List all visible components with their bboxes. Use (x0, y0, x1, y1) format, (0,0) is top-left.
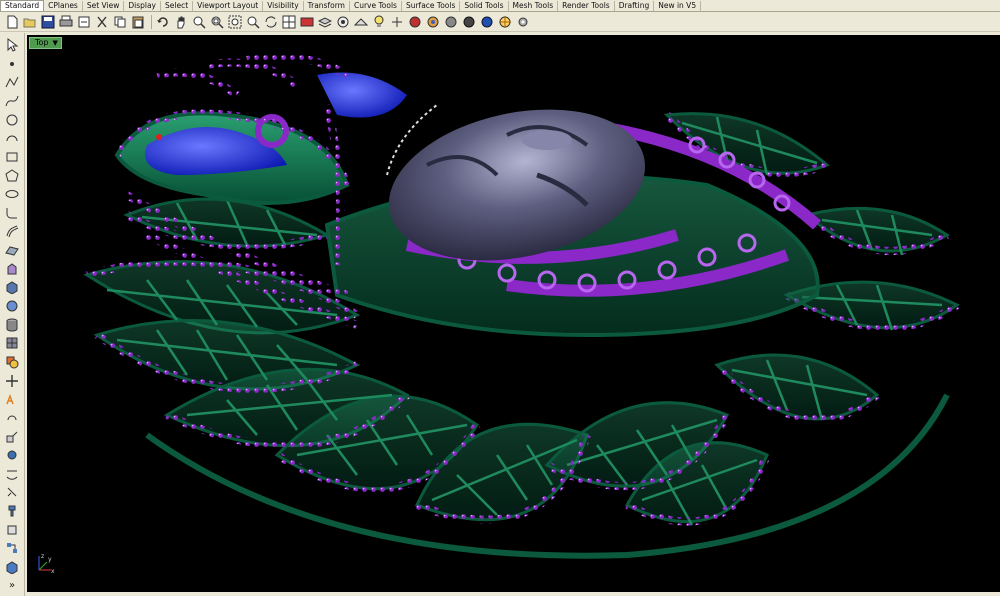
four-view-icon[interactable] (281, 14, 297, 30)
viewport-menu-chevron-icon[interactable]: ▼ (53, 39, 58, 47)
viewport-top[interactable]: Top ▼ y z x (27, 35, 1000, 592)
tab-cplanes[interactable]: CPlanes (44, 1, 83, 11)
color-wheel-icon[interactable] (425, 14, 441, 30)
mesh-icon[interactable] (3, 335, 21, 351)
tab-render-tools[interactable]: Render Tools (558, 1, 615, 11)
settings-icon[interactable] (515, 14, 531, 30)
mirror-icon[interactable] (3, 447, 21, 463)
circle-icon[interactable] (3, 112, 21, 128)
pan-hand-icon[interactable] (173, 14, 189, 30)
model-render (83, 53, 960, 559)
sphere-icon[interactable] (443, 14, 459, 30)
zoom-window-icon[interactable] (209, 14, 225, 30)
curve-icon[interactable] (3, 93, 21, 109)
group-icon[interactable] (3, 503, 21, 519)
rectangle-icon[interactable] (3, 149, 21, 165)
zoom-icon[interactable] (191, 14, 207, 30)
axis-y-label: y (48, 556, 52, 563)
dimension-icon[interactable] (3, 484, 21, 500)
paste-icon[interactable] (130, 14, 146, 30)
render-icon[interactable] (479, 14, 495, 30)
polygon-icon[interactable] (3, 167, 21, 183)
print-icon[interactable] (58, 14, 74, 30)
rendered-icon[interactable] (407, 14, 423, 30)
import-icon[interactable] (76, 14, 92, 30)
rotate-obj-icon[interactable] (3, 410, 21, 426)
tab-display[interactable]: Display (124, 1, 161, 11)
tab-surface-tools[interactable]: Surface Tools (402, 1, 461, 11)
analyze-icon[interactable] (3, 540, 21, 556)
open-folder-icon[interactable] (22, 14, 38, 30)
save-icon[interactable] (40, 14, 56, 30)
solid-box-icon[interactable] (3, 279, 21, 295)
copy-icon[interactable] (112, 14, 128, 30)
render-obj-icon[interactable] (3, 559, 21, 575)
array-icon[interactable] (3, 466, 21, 482)
surface-icon[interactable] (3, 242, 21, 258)
boolean-icon[interactable] (3, 354, 21, 370)
standard-toolbar (0, 12, 1000, 32)
object-properties-icon[interactable] (335, 14, 351, 30)
world-axis-icon: y z x (38, 553, 55, 574)
arc-icon[interactable] (3, 130, 21, 146)
point-icon[interactable] (3, 56, 21, 72)
tab-solid-tools[interactable]: Solid Tools (460, 1, 509, 11)
cut-icon[interactable] (94, 14, 110, 30)
toolbar-tabs: Standard CPlanes Set View Display Select… (0, 0, 1000, 12)
layer-icon[interactable] (317, 14, 333, 30)
zoom-extents-icon[interactable] (227, 14, 243, 30)
offset-icon[interactable] (3, 223, 21, 239)
environment-icon[interactable] (497, 14, 513, 30)
tab-new-in-v5[interactable]: New in V5 (654, 1, 702, 11)
material-icon[interactable] (461, 14, 477, 30)
select-arrow-icon[interactable] (3, 37, 21, 53)
scale-icon[interactable] (3, 428, 21, 444)
axis-z-label: z (41, 553, 44, 560)
tab-mesh-tools[interactable]: Mesh Tools (509, 1, 559, 11)
fillet-curve-icon[interactable] (3, 205, 21, 221)
undo-icon[interactable] (155, 14, 171, 30)
move-icon[interactable] (3, 373, 21, 389)
shaded-icon[interactable] (389, 14, 405, 30)
new-file-icon[interactable] (4, 14, 20, 30)
ellipse-icon[interactable] (3, 186, 21, 202)
cylinder-icon[interactable] (3, 317, 21, 333)
axis-x-label: x (51, 568, 55, 574)
extrude-icon[interactable] (3, 261, 21, 277)
tab-viewport-layout[interactable]: Viewport Layout (193, 1, 264, 11)
tab-visibility[interactable]: Visibility (263, 1, 304, 11)
tab-standard[interactable]: Standard (0, 0, 45, 11)
rotate-view-icon[interactable] (263, 14, 279, 30)
toolbar-separator (151, 14, 152, 29)
blue-swirl (114, 72, 407, 205)
tab-curve-tools[interactable]: Curve Tools (350, 1, 402, 11)
zoom-selected-icon[interactable] (245, 14, 261, 30)
tab-drafting[interactable]: Drafting (615, 1, 655, 11)
main-toolbar: » (0, 33, 25, 596)
tab-transform[interactable]: Transform (304, 1, 350, 11)
copy-obj-icon[interactable] (3, 391, 21, 407)
tab-set-view[interactable]: Set View (83, 1, 125, 11)
block-icon[interactable] (3, 522, 21, 538)
named-views-icon[interactable] (299, 14, 315, 30)
cplane-icon[interactable] (353, 14, 369, 30)
expand-toolbar-icon[interactable]: » (3, 578, 21, 594)
sphere-solid-icon[interactable] (3, 298, 21, 314)
polyline-icon[interactable] (3, 74, 21, 90)
viewport-name: Top (35, 38, 49, 47)
light-bulb-icon[interactable] (371, 14, 387, 30)
tab-select[interactable]: Select (161, 1, 194, 11)
viewport-label[interactable]: Top ▼ (29, 37, 62, 49)
